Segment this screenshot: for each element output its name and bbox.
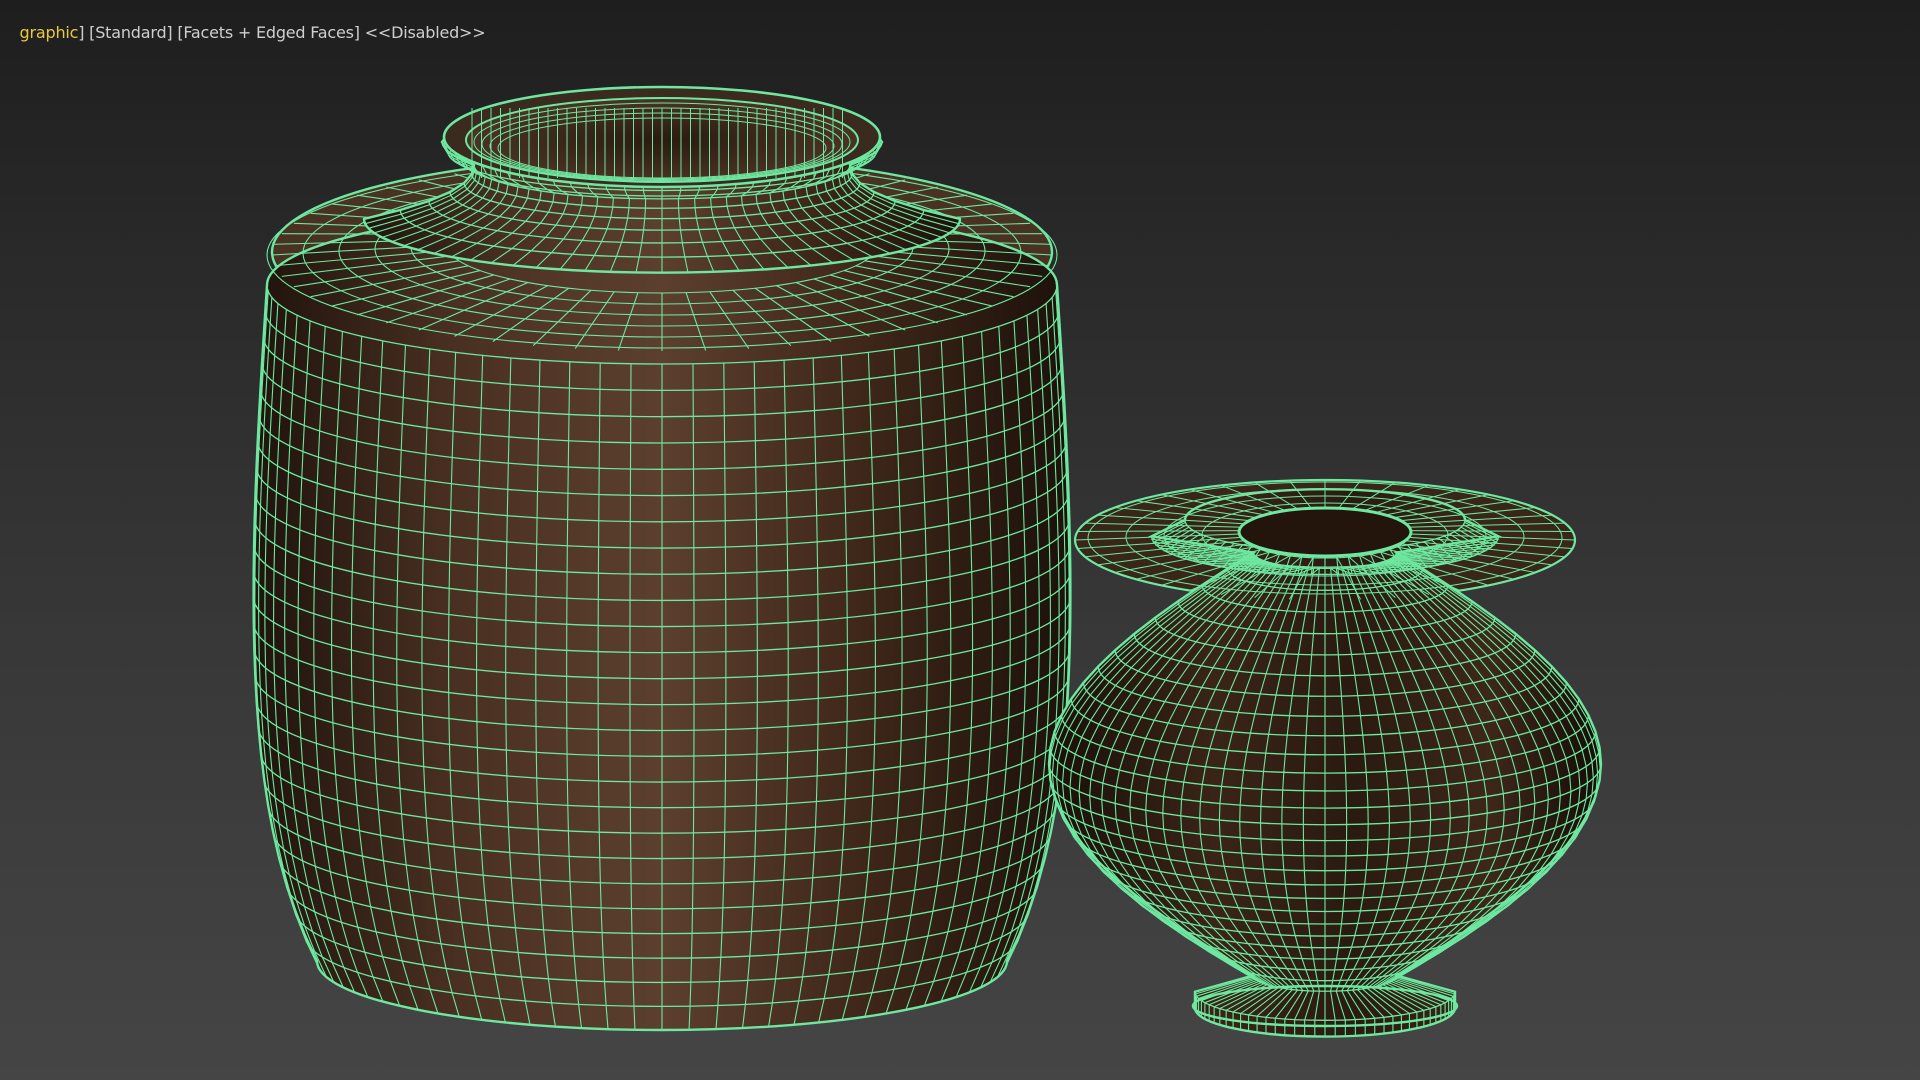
scene-canvas[interactable] (0, 0, 1920, 1080)
3d-viewport[interactable]: graphic] [Standard] [Facets + Edged Face… (0, 0, 1920, 1080)
round-pot[interactable] (1047, 478, 1603, 1038)
pot-opening (1237, 506, 1413, 558)
viewport-label-bar: graphic] [Standard] [Facets + Edged Face… (0, 4, 486, 61)
effects-menu[interactable]: <<Disabled>> (365, 23, 486, 42)
vase-opening (442, 85, 882, 189)
view-type-menu[interactable]: graphic (20, 23, 79, 42)
view-type-bracket: ] (78, 23, 85, 42)
shading-preset-menu[interactable]: [Standard] (89, 23, 172, 42)
large-vase[interactable] (252, 85, 1072, 1032)
display-mode-menu[interactable]: [Facets + Edged Faces] (177, 23, 360, 42)
